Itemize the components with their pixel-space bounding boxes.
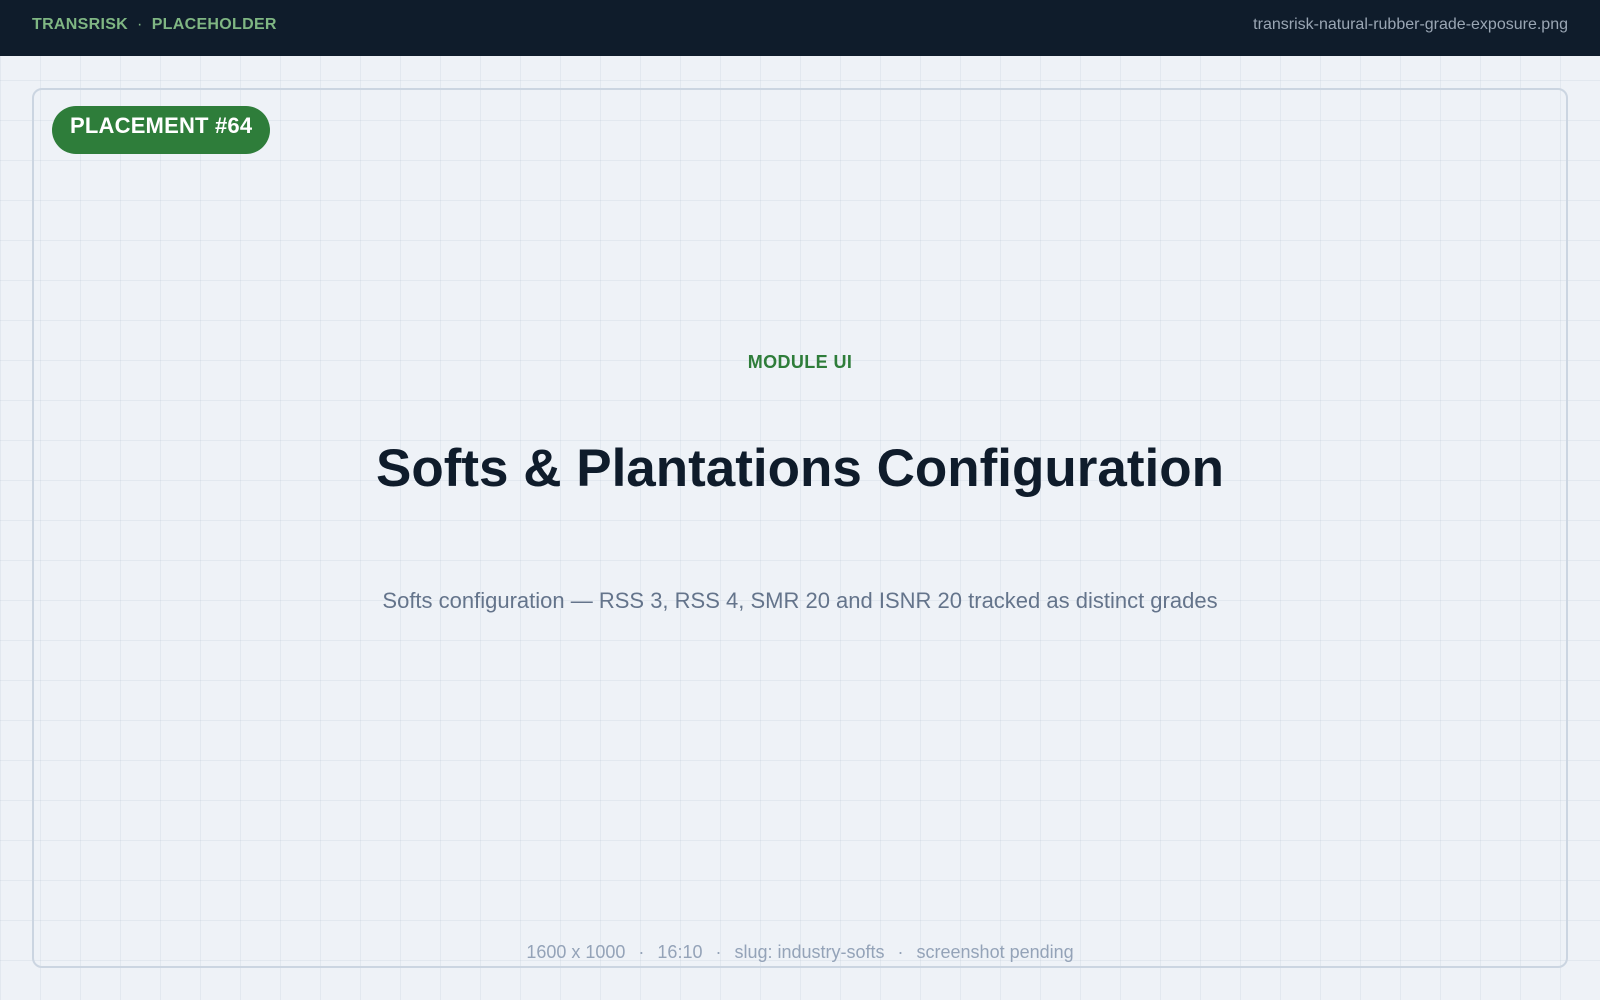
brand-section: PLACEHOLDER — [151, 16, 277, 33]
meta-slug: slug: industry-softs — [734, 942, 885, 962]
brand-label: TRANSRISK · PLACEHOLDER — [32, 16, 277, 34]
brand-separator: · — [137, 16, 143, 33]
meta-separator: · — [897, 942, 904, 962]
page-title: Softs & Plantations Configuration — [376, 439, 1224, 498]
brand-name: TRANSRISK — [32, 16, 129, 33]
meta-separator: · — [715, 942, 722, 962]
page-subtitle: Softs configuration — RSS 3, RSS 4, SMR … — [382, 588, 1218, 613]
meta-separator: · — [638, 942, 645, 962]
placement-badge: PLACEMENT #64 — [52, 106, 271, 154]
placeholder-card: PLACEMENT #64 MODULE UI Softs & Plantati… — [32, 88, 1568, 968]
meta-dimensions: 1600 x 1000 — [526, 942, 626, 962]
meta-aspect-ratio: 16:10 — [657, 942, 703, 962]
meta-status: screenshot pending — [916, 942, 1074, 962]
meta-footer: 1600 x 1000 · 16:10 · slug: industry-softs · s… — [34, 942, 1566, 963]
top-bar: TRANSRISK · PLACEHOLDER transrisk-natural-… — [0, 0, 1600, 56]
file-name: transrisk-natural-rubber-grade-exposure.… — [1253, 16, 1568, 33]
module-kicker: MODULE UI — [747, 352, 853, 372]
